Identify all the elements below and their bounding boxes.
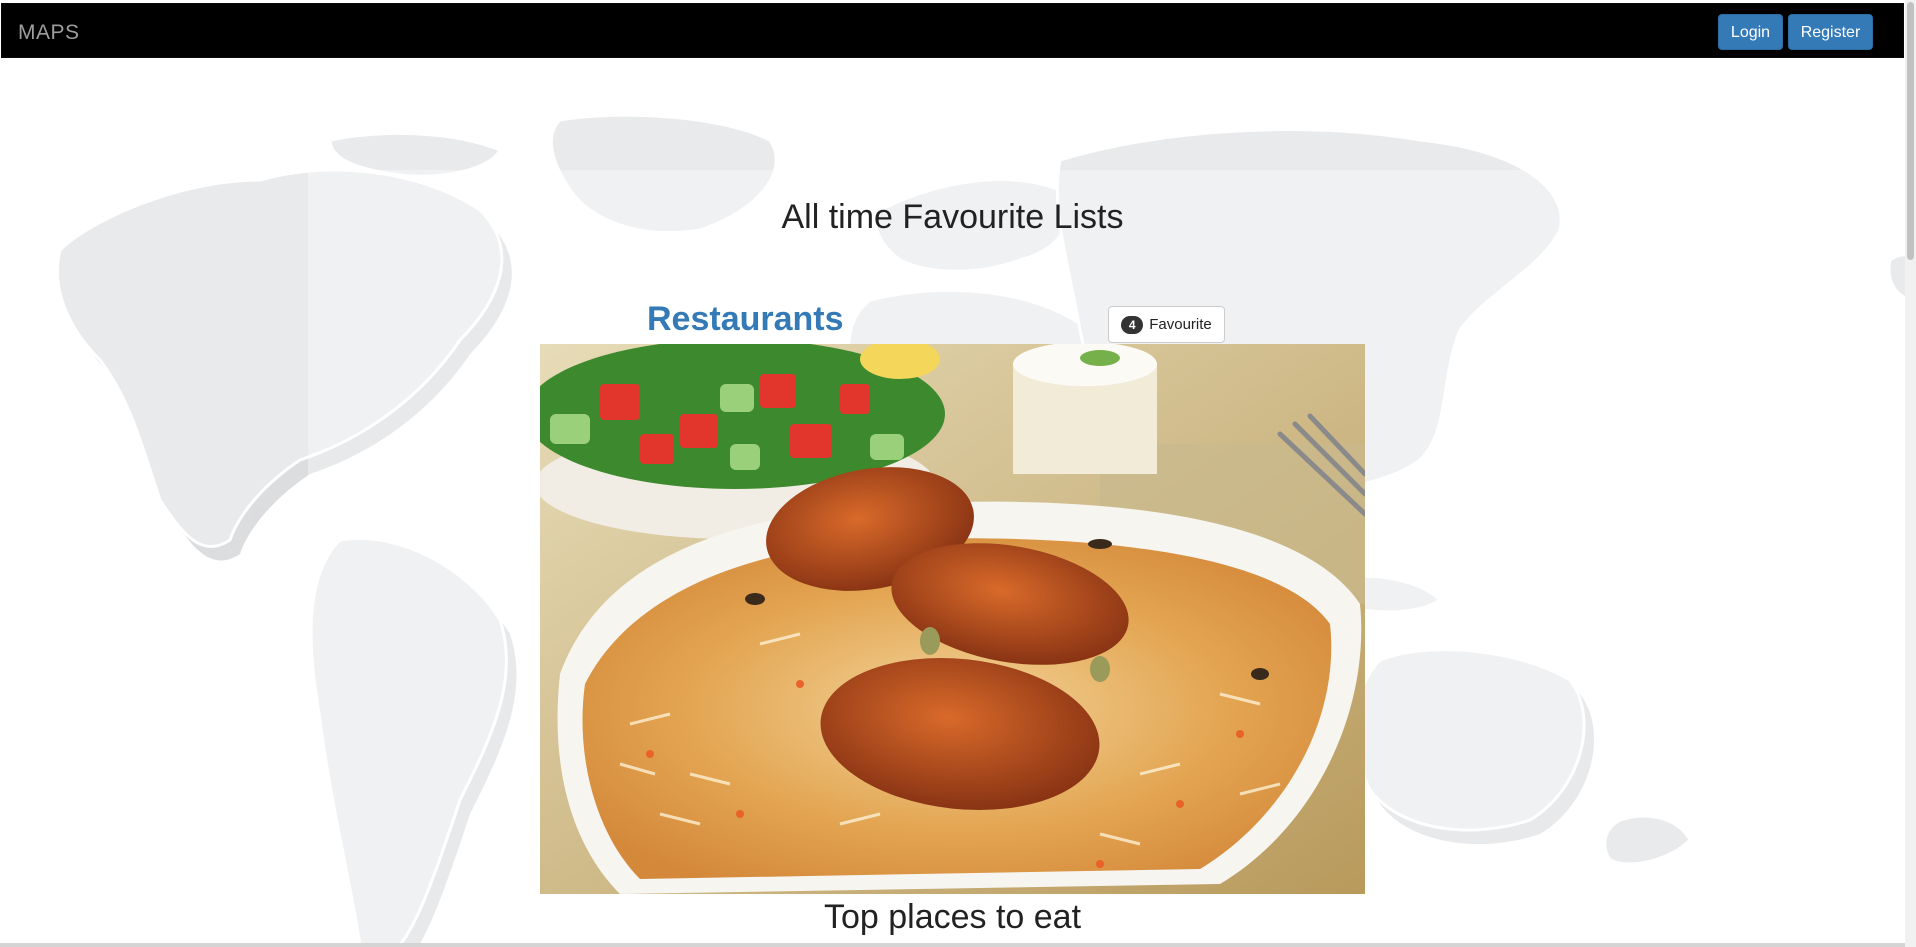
restaurant-food-image[interactable] xyxy=(540,344,1365,894)
favourite-label: Favourite xyxy=(1149,316,1212,333)
biryani-food-photo xyxy=(540,344,1365,894)
login-button[interactable]: Login xyxy=(1718,14,1783,50)
list-title-restaurants[interactable]: Restaurants xyxy=(647,302,844,336)
top-navbar: MAPS Login Register xyxy=(1,3,1904,58)
vertical-scrollbar[interactable] xyxy=(1905,0,1916,947)
favourite-button[interactable]: 4 Favourite xyxy=(1108,306,1225,343)
favourite-count-badge: 4 xyxy=(1121,315,1144,334)
scrollbar-thumb[interactable] xyxy=(1907,2,1914,260)
list-caption: Top places to eat xyxy=(823,898,1082,936)
register-button[interactable]: Register xyxy=(1788,14,1873,50)
brand-logo[interactable]: MAPS xyxy=(18,22,80,43)
window-bottom-edge xyxy=(0,943,1905,947)
page-title: All time Favourite Lists xyxy=(781,198,1124,236)
